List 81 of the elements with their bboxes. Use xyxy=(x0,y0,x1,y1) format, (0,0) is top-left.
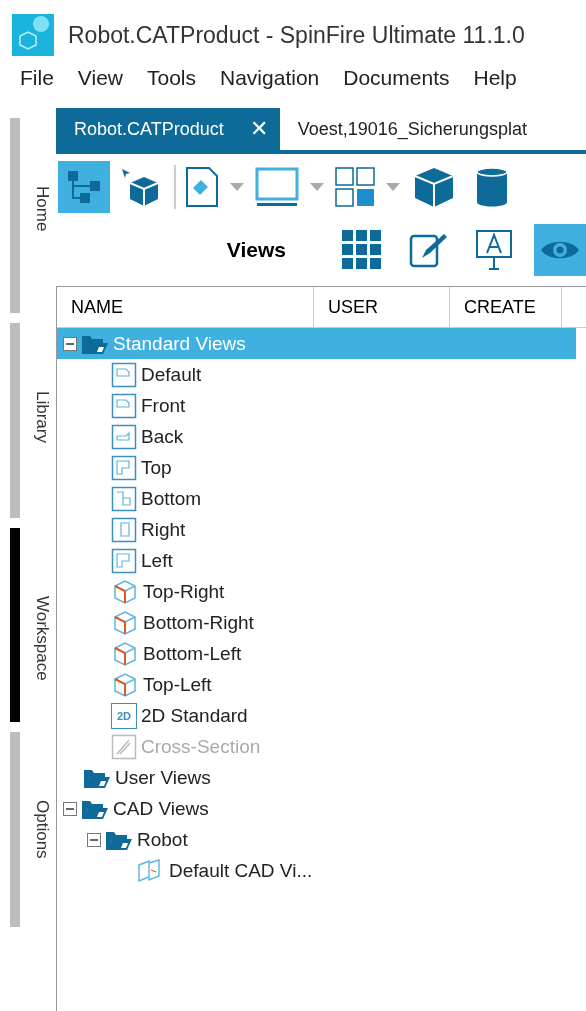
column-header[interactable]: USER xyxy=(314,287,450,327)
collapse-icon[interactable] xyxy=(63,801,77,816)
cube-outline-icon xyxy=(111,578,139,605)
cube-outline-icon xyxy=(111,640,139,667)
cube-outline-icon xyxy=(111,671,139,698)
view-panel-icon xyxy=(111,485,137,512)
tree-row[interactable]: Bottom-Left xyxy=(57,638,576,669)
tree-row[interactable]: Default CAD Vi... xyxy=(57,855,576,886)
menu-item[interactable]: Tools xyxy=(147,66,196,104)
tree-row[interactable]: 2D 2D Standard xyxy=(57,700,576,731)
menu-item[interactable]: Navigation xyxy=(220,66,320,104)
menu-item[interactable]: Help xyxy=(473,66,517,104)
side-tab[interactable]: Options xyxy=(32,732,52,927)
tree-label: Left xyxy=(141,549,173,572)
tab-label: Robot.CATProduct xyxy=(74,118,224,140)
cube-outline-icon xyxy=(111,609,139,636)
tree-row[interactable]: Top-Left xyxy=(57,669,576,700)
caret-icon xyxy=(386,183,400,191)
view-panel-icon xyxy=(111,547,137,574)
tree-label: CAD Views xyxy=(113,797,209,820)
menu-item[interactable]: View xyxy=(77,66,123,104)
section-icon xyxy=(111,733,137,760)
tree-label: Cross-Section xyxy=(141,735,261,758)
tree-row[interactable]: Front xyxy=(57,390,576,421)
grid-icon xyxy=(342,230,382,270)
view-panel-icon xyxy=(111,423,137,450)
tree-row[interactable]: Bottom xyxy=(57,483,576,514)
tree-label: Bottom xyxy=(141,487,202,510)
cylinder-icon xyxy=(475,166,509,208)
tree-label: Top-Left xyxy=(143,673,212,696)
window-title: Robot.CATProduct - SpinFire Ultimate 11.1.0 xyxy=(68,21,525,49)
tree-label: Standard Views xyxy=(113,332,246,355)
tree-row[interactable]: Back xyxy=(57,421,576,452)
column-header[interactable]: NAME xyxy=(57,287,314,327)
column-header[interactable]: CREATE xyxy=(450,287,562,327)
tree-label: User Views xyxy=(115,766,211,789)
tree-row[interactable]: Right xyxy=(57,514,576,545)
document-tab[interactable]: Voest,19016_Sicherungsplat xyxy=(279,108,539,150)
caret-icon xyxy=(310,183,324,191)
view-2d-icon: 2D xyxy=(111,702,137,729)
view-panel-icon xyxy=(111,516,137,543)
collapse-icon[interactable] xyxy=(87,832,101,847)
tree-row[interactable]: CAD Views xyxy=(57,793,576,824)
tree-label: Default xyxy=(141,363,202,386)
menu-item[interactable]: Documents xyxy=(343,66,450,104)
tree-label: Bottom-Left xyxy=(143,642,242,665)
view-panel-icon xyxy=(111,454,137,481)
close-icon[interactable]: ✕ xyxy=(249,116,268,142)
app-logo-icon xyxy=(12,14,54,56)
tree-label: Right xyxy=(141,518,186,541)
document-tab[interactable]: Robot.CATProduct ✕ xyxy=(56,108,280,150)
tree-row[interactable]: Top-Right xyxy=(57,576,576,607)
view-panel-icon xyxy=(111,361,137,388)
tree-row[interactable]: Top xyxy=(57,452,576,483)
panel-title: Views xyxy=(225,238,287,262)
tree-row[interactable]: Bottom-Right xyxy=(57,607,576,638)
tree-row[interactable]: Left xyxy=(57,545,576,576)
view-panel-icon xyxy=(111,392,137,419)
menu-item[interactable]: File xyxy=(20,66,54,104)
tree-label: Robot xyxy=(137,828,188,851)
side-tab[interactable]: Workspace xyxy=(32,527,52,723)
tab-label: Voest,19016_Sicherungsplat xyxy=(297,118,527,140)
tree-row[interactable]: Default xyxy=(57,359,576,390)
tree-label: Top-Right xyxy=(143,580,225,603)
tree-label: 2D Standard xyxy=(141,704,248,727)
layout-icon xyxy=(334,166,376,208)
side-tab[interactable]: Library xyxy=(32,322,52,518)
tree-label: Front xyxy=(141,394,186,417)
caret-icon xyxy=(230,183,244,191)
tree-row[interactable]: User Views xyxy=(57,762,576,793)
cube-icon xyxy=(413,166,455,208)
collapse-icon[interactable] xyxy=(63,336,77,351)
paint-bucket-icon xyxy=(184,166,220,208)
tree-label: Top xyxy=(141,456,172,479)
tree-row[interactable]: Robot xyxy=(57,824,576,855)
monitor-icon xyxy=(254,166,300,208)
annotation-icon xyxy=(475,229,513,271)
tree-label: Bottom-Right xyxy=(143,611,254,634)
side-tab[interactable]: Home xyxy=(32,118,52,313)
tree-label: Back xyxy=(141,425,184,448)
tree-label: Default CAD Vi... xyxy=(169,859,313,882)
